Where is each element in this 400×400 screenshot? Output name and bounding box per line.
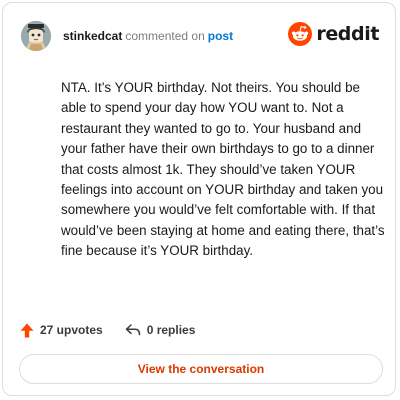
reddit-wordmark: reddit xyxy=(316,23,379,45)
reddit-snoo-icon xyxy=(288,22,313,46)
comment-card: stinkedcat commented on post reddit NTA. I… xyxy=(2,2,396,396)
comment-body: NTA. It’s YOUR birthday. Not theirs. You… xyxy=(61,80,385,259)
upvotes-label: 27 upvotes xyxy=(40,323,103,337)
comment-header: stinkedcat commented on post reddit xyxy=(21,19,379,53)
replies-button[interactable]: 0 replies xyxy=(125,323,196,337)
comment-actions: 27 upvotes 0 replies xyxy=(20,320,195,340)
view-conversation-button[interactable]: View the conversation xyxy=(19,354,383,384)
username[interactable]: stinkedcat xyxy=(63,29,122,43)
upvote-arrow-icon xyxy=(20,323,34,337)
upvotes-button[interactable]: 27 upvotes xyxy=(20,323,103,338)
avatar-image xyxy=(21,21,51,51)
commented-on-text: commented on xyxy=(125,29,205,43)
post-link[interactable]: post xyxy=(208,29,233,43)
user-avatar[interactable] xyxy=(21,21,51,51)
comment-meta: stinkedcat commented on post xyxy=(63,29,233,43)
reddit-logo[interactable]: reddit xyxy=(288,22,379,46)
reply-arrow-icon xyxy=(125,324,140,336)
replies-label: 0 replies xyxy=(146,323,196,337)
